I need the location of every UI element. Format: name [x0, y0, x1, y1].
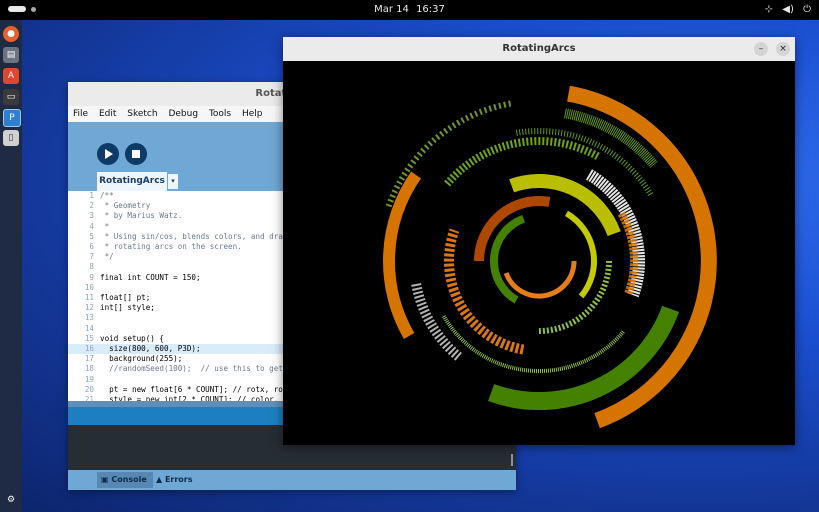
code-text: */: [100, 252, 114, 262]
clock[interactable]: Mar 14 16:37: [0, 4, 819, 15]
menu-debug[interactable]: Debug: [168, 106, 198, 122]
code-text: *: [100, 221, 110, 231]
sketch-window: RotatingArcs – ×: [283, 37, 795, 445]
errors-label: Errors: [164, 475, 193, 484]
code-text: float[] pt;: [100, 293, 151, 302]
line-number: 18: [84, 364, 94, 374]
line-number: 10: [84, 282, 94, 292]
menu-tools[interactable]: Tools: [209, 106, 231, 122]
code-text: pt = new float[6 * COUNT]; // rotx, rot: [100, 384, 288, 394]
line-number: 9: [89, 272, 94, 282]
tab-errors[interactable]: ▲ Errors: [156, 472, 193, 488]
dock: ● ▤ A ▭ P ▯ ⚙: [0, 20, 22, 512]
line-number: 2: [89, 201, 94, 211]
network-icon: ⊹: [764, 4, 774, 15]
sketch-canvas[interactable]: [283, 61, 795, 445]
stop-button[interactable]: [125, 143, 147, 165]
console-scrollbar[interactable]: [511, 454, 513, 466]
line-number: 12: [84, 303, 94, 313]
system-tray[interactable]: ⊹ ◀) ⏻: [759, 4, 811, 15]
code-text: void setup() {: [100, 333, 165, 343]
code-text: * by Marius Watz.: [100, 211, 183, 221]
line-number: 6: [89, 242, 94, 251]
menu-help[interactable]: Help: [242, 106, 263, 122]
code-text: size(800, 600, P3D);: [100, 344, 201, 353]
line-number: 7: [89, 252, 94, 262]
close-button[interactable]: ×: [776, 42, 790, 56]
sketch-title: RotatingArcs: [502, 43, 576, 54]
clock-date: Mar 14: [374, 4, 409, 15]
run-button[interactable]: [97, 143, 119, 165]
line-number: 11: [84, 293, 94, 302]
top-bar: Mar 14 16:37 ⊹ ◀) ⏻: [0, 0, 819, 20]
menu-sketch[interactable]: Sketch: [127, 106, 157, 122]
menu-file[interactable]: File: [73, 106, 88, 122]
files-icon[interactable]: ▤: [3, 47, 19, 63]
code-text: //randomSeed(100); // use this to get: [100, 364, 283, 374]
firefox-icon[interactable]: ●: [3, 26, 19, 42]
line-number: 19: [84, 374, 94, 384]
tab-rotatingarcs[interactable]: RotatingArcs: [97, 172, 167, 191]
terminal-icon[interactable]: ▭: [3, 89, 19, 105]
code-text: int[] style;: [100, 303, 155, 313]
line-number: 13: [84, 313, 94, 323]
sketch-title-bar[interactable]: RotatingArcs: [283, 37, 795, 61]
line-number: 14: [84, 323, 94, 333]
code-text: background(255);: [100, 354, 183, 364]
software-icon[interactable]: A: [3, 68, 19, 84]
text-editor-icon[interactable]: ▯: [3, 130, 19, 146]
console-footer: ▣ Console ▲ Errors: [68, 470, 516, 490]
menu-edit[interactable]: Edit: [99, 106, 116, 122]
tab-console[interactable]: ▣ Console: [97, 472, 153, 488]
console-icon: ▣: [101, 475, 109, 484]
processing-icon[interactable]: P: [3, 109, 21, 127]
minimize-button[interactable]: –: [754, 42, 768, 56]
line-number: 20: [84, 384, 94, 394]
line-number: 5: [89, 231, 94, 241]
code-text: /**: [100, 191, 114, 200]
warning-icon: ▲: [156, 475, 163, 484]
power-icon: ⏻: [803, 4, 811, 15]
line-number: 8: [89, 262, 94, 272]
line-number: 3: [89, 211, 94, 221]
clock-time: 16:37: [416, 4, 445, 15]
line-number: 17: [84, 354, 94, 364]
stop-icon: [132, 150, 140, 158]
code-text: * Using sin/cos, blends colors, and draw: [100, 231, 288, 241]
tab-menu-button[interactable]: ▾: [168, 174, 178, 189]
line-number: 4: [89, 221, 94, 231]
line-number: 15: [84, 333, 94, 343]
console-label: Console: [111, 475, 147, 484]
code-text: * Geometry: [100, 201, 151, 211]
code-text: final int COUNT = 150;: [100, 272, 201, 282]
line-number: 1: [89, 191, 94, 200]
play-icon: [105, 149, 113, 159]
volume-icon: ◀): [782, 4, 794, 15]
show-apps-icon[interactable]: ⚙: [3, 492, 19, 508]
line-number: 16: [84, 344, 94, 353]
code-text: * rotating arcs on the screen.: [100, 242, 242, 251]
